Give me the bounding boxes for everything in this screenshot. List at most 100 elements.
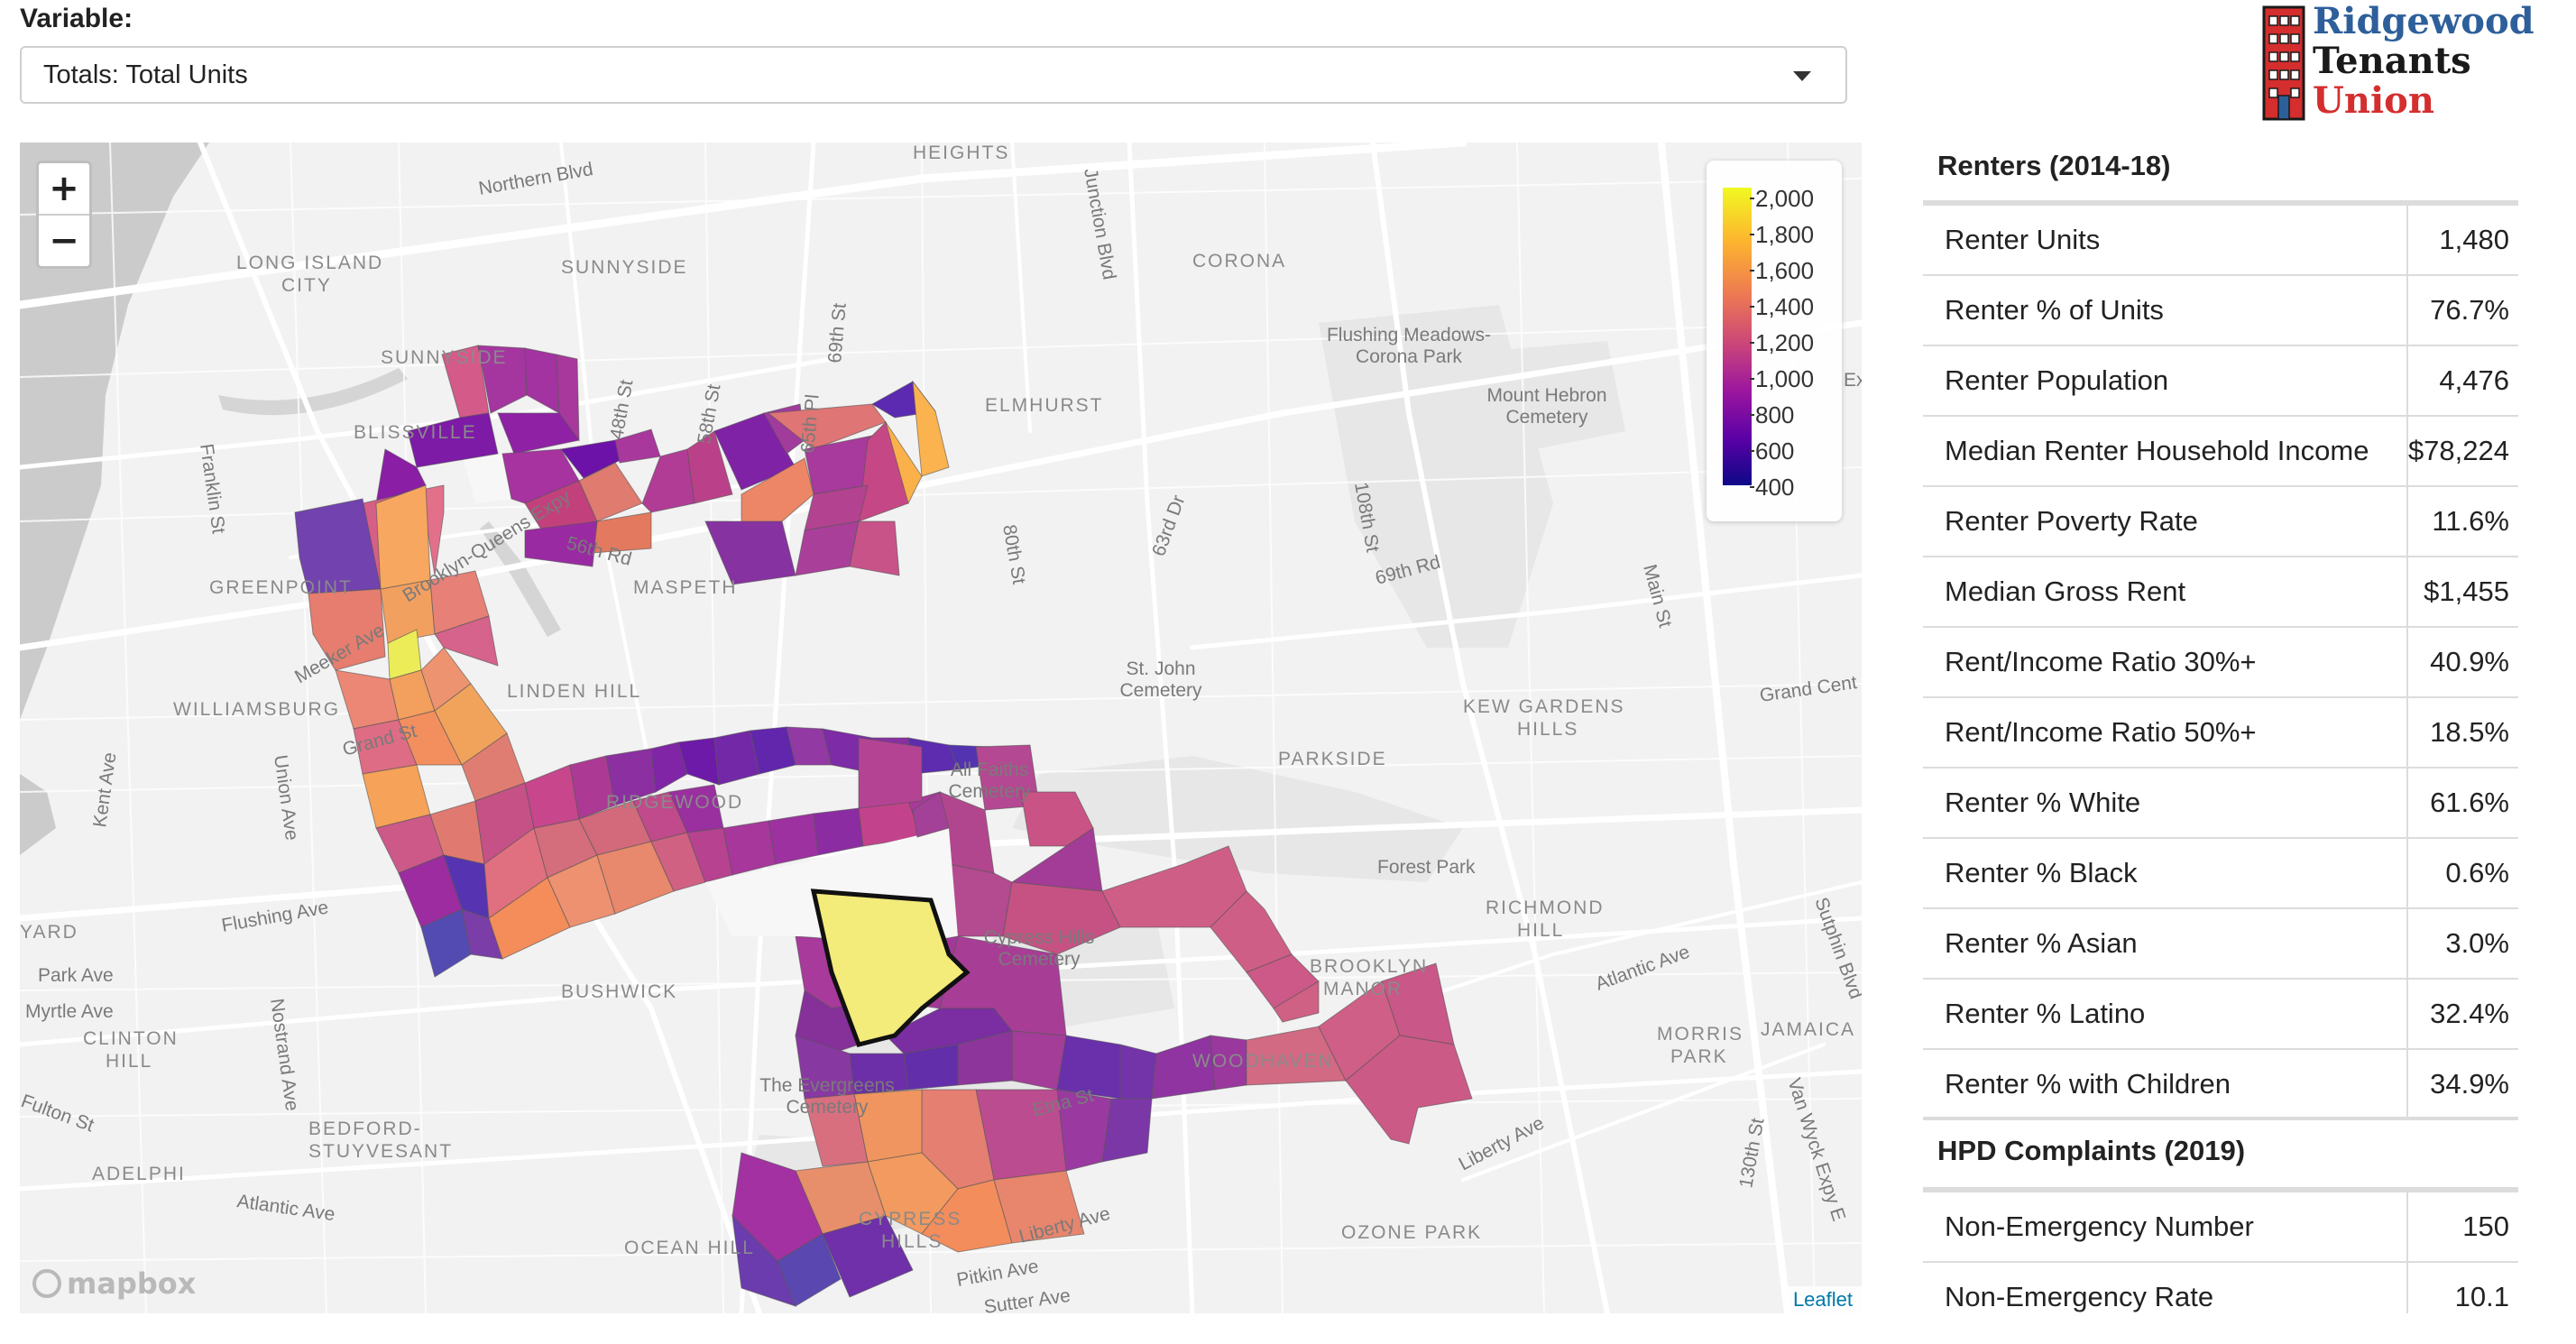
svg-text:SUNNYSIDE: SUNNYSIDE (381, 347, 508, 368)
svg-text:ADELPHI: ADELPHI (92, 1164, 186, 1184)
svg-text:PARK: PARK (1670, 1046, 1728, 1067)
table-row: Renter % with Children 34.9% (1923, 1048, 2518, 1118)
svg-text:Forest Park: Forest Park (1377, 857, 1476, 878)
variable-select-value: Totals: Total Units (43, 60, 248, 89)
table-row: Renter Poverty Rate 11.6% (1923, 485, 2518, 557)
svg-text:Cemetery: Cemetery (1119, 680, 1202, 701)
legend-tick: 1,200 (1749, 329, 1815, 356)
svg-text:PARKSIDE: PARKSIDE (1278, 749, 1387, 769)
row-value: 76.7% (2406, 274, 2518, 345)
svg-text:Cemetery: Cemetery (998, 949, 1081, 970)
hpd-section-title: HPD Complaints (2019) (1937, 1135, 2246, 1166)
svg-text:St. John: St. John (1126, 658, 1195, 679)
svg-text:LONG ISLAND: LONG ISLAND (236, 253, 383, 273)
svg-text:CORONA: CORONA (1192, 251, 1286, 272)
svg-text:The Evergreens: The Evergreens (759, 1075, 894, 1096)
variable-select[interactable]: Totals: Total Units (20, 46, 1847, 104)
svg-text:BUSHWICK: BUSHWICK (561, 981, 677, 1002)
legend-tick: 1,000 (1749, 365, 1815, 392)
mapbox-icon (32, 1269, 61, 1298)
table-row: Renter % White 61.6% (1923, 767, 2518, 838)
row-value: 18.5% (2406, 696, 2518, 768)
row-label: Rent/Income Ratio 30%+ (1923, 626, 2408, 697)
svg-text:BROOKLYN: BROOKLYN (1310, 956, 1428, 977)
row-value: 11.6% (2406, 485, 2518, 557)
legend-tick: 2,000 (1749, 185, 1815, 212)
svg-text:Cemetery: Cemetery (948, 781, 1031, 802)
row-label: Renter % Asian (1923, 907, 2408, 979)
svg-text:Corona Park: Corona Park (1356, 346, 1462, 367)
svg-text:Expy: Expy (1844, 370, 1862, 391)
svg-text:HILLS: HILLS (1517, 719, 1578, 740)
mapbox-wordmark: mapbox (67, 1266, 197, 1301)
svg-text:MANOR: MANOR (1323, 979, 1403, 999)
table-row: Median Gross Rent $1,455 (1923, 556, 2518, 627)
svg-text:Myrtle Ave: Myrtle Ave (25, 1001, 114, 1022)
variable-label: Variable: (20, 4, 133, 33)
row-label: Rent/Income Ratio 50%+ (1923, 696, 2408, 768)
row-label: Renter Population (1923, 345, 2408, 416)
svg-text:Park Ave: Park Ave (38, 965, 114, 986)
zoom-in-button[interactable]: + (39, 163, 89, 214)
svg-text:Cemetery: Cemetery (786, 1097, 869, 1118)
row-value: 0.6% (2406, 837, 2518, 908)
legend-tick: 1,400 (1749, 293, 1815, 320)
row-value: 40.9% (2406, 626, 2518, 697)
svg-text:MASPETH: MASPETH (633, 577, 738, 598)
logo-line-2: Tenants (2313, 40, 2471, 82)
svg-text:HILL: HILL (1517, 920, 1564, 941)
color-legend: 2,000 1,800 1,600 1,400 1,200 1,000 800 … (1707, 161, 1842, 521)
legend-tick: 800 (1749, 401, 1795, 428)
hpd-table: Non-Emergency Number 150 Non-Emergency Rat… (1923, 1191, 2518, 1313)
svg-text:HEIGHTS: HEIGHTS (913, 143, 1009, 163)
tract-details-panel[interactable]: Renters (2014-18) Renter Units 1,480 Rente… (1862, 143, 2576, 1313)
svg-text:LINDEN HILL: LINDEN HILL (507, 681, 641, 702)
row-label: Median Gross Rent (1923, 556, 2408, 627)
table-row: Renter % Latino 32.4% (1923, 978, 2518, 1049)
section-divider (1923, 1117, 2518, 1120)
map-view[interactable]: SUNNYSIDE LONG ISLAND CITY SUNNYSIDE BLIS… (20, 143, 1862, 1313)
svg-text:Flushing Meadows-: Flushing Meadows- (1327, 325, 1491, 345)
svg-text:Cemetery: Cemetery (1505, 407, 1588, 428)
svg-text:RICHMOND: RICHMOND (1486, 898, 1605, 918)
building-icon (2262, 5, 2305, 121)
row-value: $78,224 (2406, 415, 2518, 486)
row-label: Renter % with Children (1923, 1048, 2408, 1118)
svg-text:Cypress Hills: Cypress Hills (984, 927, 1095, 948)
row-value: 4,476 (2406, 345, 2518, 416)
basemap[interactable]: SUNNYSIDE LONG ISLANDCITY SUNNYSIDE BLIS… (20, 143, 1862, 1313)
row-value: 32.4% (2406, 978, 2518, 1049)
row-value: 3.0% (2406, 907, 2518, 979)
row-label: Renter % Latino (1923, 978, 2408, 1049)
mapbox-logo[interactable]: mapbox (32, 1266, 196, 1301)
legend-tick: 1,800 (1749, 221, 1815, 248)
row-label: Non-Emergency Number (1923, 1191, 2408, 1262)
svg-text:BLISSVILLE: BLISSVILLE (354, 422, 477, 443)
legend-color-bar (1723, 188, 1752, 485)
svg-text:OCEAN HILL: OCEAN HILL (624, 1238, 755, 1258)
table-row: Renter Units 1,480 (1923, 204, 2518, 275)
ridgewood-tenants-union-logo: Ridgewood Tenants Union (2259, 0, 2535, 123)
zoom-out-button[interactable]: − (39, 214, 89, 266)
zoom-control: + − (36, 161, 92, 269)
svg-text:MORRIS: MORRIS (1657, 1024, 1743, 1045)
svg-text:BEDFORD-: BEDFORD- (308, 1118, 422, 1139)
row-value: 10.1 (2407, 1261, 2518, 1313)
table-row: Renter % Asian 3.0% (1923, 907, 2518, 979)
renters-section-title: Renters (2014-18) (1937, 150, 2171, 181)
row-value: 150 (2407, 1191, 2518, 1262)
svg-text:HILL: HILL (106, 1051, 152, 1072)
row-value: 1,480 (2406, 204, 2518, 275)
table-row: Renter Population 4,476 (1923, 345, 2518, 416)
leaflet-attribution-link[interactable]: Leaflet (1783, 1286, 1862, 1313)
svg-text:STUYVESANT: STUYVESANT (308, 1141, 453, 1162)
logo-line-3: Union (2313, 79, 2434, 122)
row-label: Renter Poverty Rate (1923, 485, 2408, 557)
svg-text:ELMHURST: ELMHURST (985, 395, 1104, 416)
table-row: Renter % Black 0.6% (1923, 837, 2518, 908)
svg-text:CLINTON: CLINTON (83, 1028, 179, 1049)
row-value: $1,455 (2406, 556, 2518, 627)
table-row: Median Renter Household Income $78,224 (1923, 415, 2518, 486)
chevron-down-icon[interactable] (1793, 71, 1811, 81)
svg-text:SUNNYSIDE: SUNNYSIDE (561, 257, 688, 278)
